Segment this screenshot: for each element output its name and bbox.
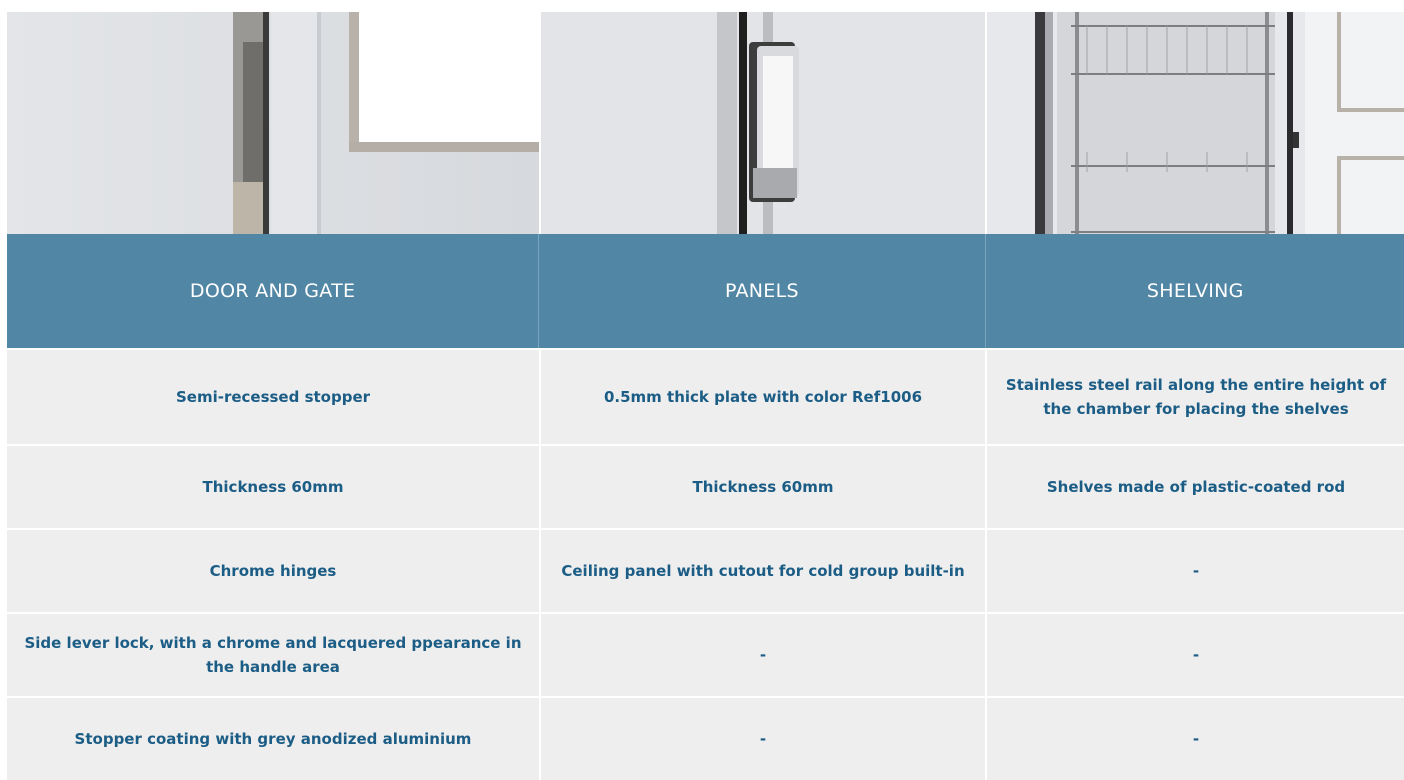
chrome-hinge-photo [541,12,985,234]
table-cell: Chrome hinges [209,562,337,580]
column-header-panels: PANELS [538,234,984,348]
table-row: Semi-recessed stopper 0.5mm thick plate … [7,348,1404,444]
table-cell: - [539,698,985,780]
table-cell: Stainless steel rail along the entire he… [985,350,1404,444]
wire-shelving-photo [987,12,1404,234]
table-cell: - [985,530,1404,612]
column-header-shelving: SHELVING [984,234,1404,348]
table-cell: Ceiling panel with cutout for cold group… [539,530,985,612]
table-header: DOOR AND GATE PANELS SHELVING [7,234,1404,348]
table-cell: - [985,698,1404,780]
table-cell: Stopper coating with grey anodized alumi… [74,730,472,748]
table-cell: Thickness 60mm [539,446,985,528]
door-stopper-photo [7,12,539,234]
table-row: Chrome hinges Ceiling panel with cutout … [7,528,1404,612]
table-cell: Side lever lock, with a chrome and lacqu… [24,634,522,676]
table-cell: Semi-recessed stopper [175,388,371,406]
table-cell: 0.5mm thick plate with color Ref1006 [539,350,985,444]
table-row: Stopper coating with grey anodized alumi… [7,696,1404,780]
table-row: Thickness 60mm Thickness 60mm Shelves ma… [7,444,1404,528]
photo-row [7,12,1404,234]
column-header-door-and-gate: DOOR AND GATE [189,280,356,302]
table-row: Side lever lock, with a chrome and lacqu… [7,612,1404,696]
spec-table: DOOR AND GATE PANELS SHELVING Semi-reces… [7,12,1404,780]
table-cell: - [985,614,1404,696]
table-cell: Thickness 60mm [202,478,344,496]
table-cell: - [539,614,985,696]
table-cell: Shelves made of plastic-coated rod [985,446,1404,528]
